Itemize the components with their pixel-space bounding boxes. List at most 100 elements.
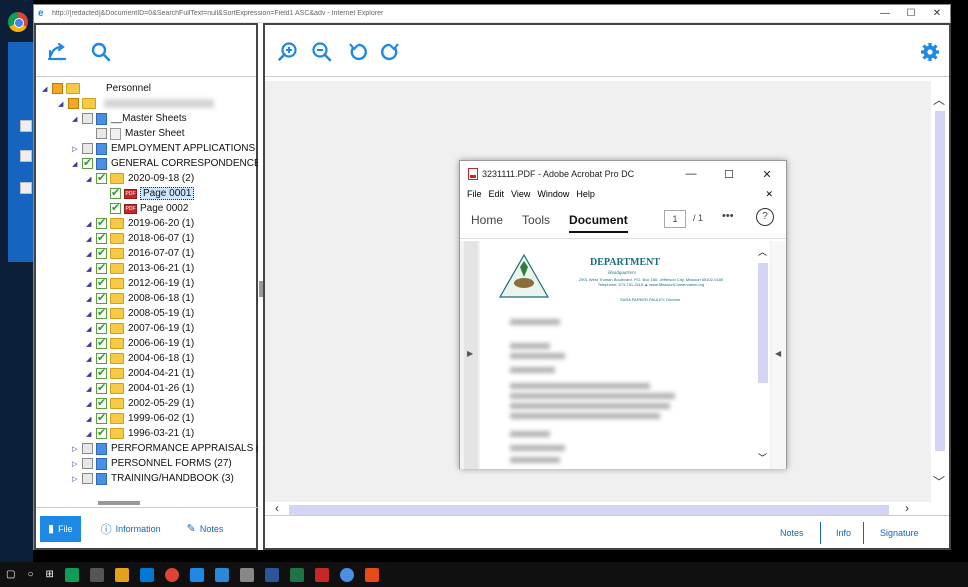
expand-toggle-icon[interactable]: ◢ <box>86 280 94 288</box>
chrome-icon[interactable] <box>8 12 28 32</box>
tree-node[interactable]: ◢2002-05-29 (1) <box>86 396 194 411</box>
tree-checkbox[interactable] <box>82 473 93 484</box>
app-icon[interactable] <box>365 568 379 582</box>
scroll-up-icon[interactable]: ︿ <box>933 91 945 108</box>
expand-toggle-icon[interactable]: ◢ <box>86 340 94 348</box>
menu-item-edit[interactable]: Edit <box>489 189 505 199</box>
search-icon[interactable] <box>90 41 112 63</box>
minimize-button[interactable]: — <box>872 8 898 19</box>
tree-checkbox[interactable] <box>52 83 63 94</box>
page-number-input[interactable]: 1 <box>664 210 686 228</box>
expand-toggle-icon[interactable]: ◢ <box>86 310 94 318</box>
app-icon[interactable] <box>90 568 104 582</box>
expand-toggle-icon[interactable]: ◢ <box>86 175 94 183</box>
tree-checkbox[interactable] <box>96 353 107 364</box>
tree-node[interactable]: ▷EMPLOYMENT APPLICATIONS (2 <box>72 141 258 156</box>
expand-toggle-icon[interactable]: ◢ <box>58 100 66 108</box>
tab-tools[interactable]: Tools <box>522 213 550 227</box>
tree-checkbox[interactable] <box>96 293 107 304</box>
tree-checkbox[interactable] <box>82 143 93 154</box>
tree-checkbox[interactable] <box>82 113 93 124</box>
word-icon[interactable] <box>265 568 279 582</box>
menu-item-help[interactable]: Help <box>576 189 595 199</box>
tree-node[interactable]: ◢1999-06-02 (1) <box>86 411 194 426</box>
expand-toggle-icon[interactable]: ◢ <box>86 325 94 333</box>
desktop-icon[interactable] <box>20 182 32 194</box>
start-icon[interactable]: ▢ <box>6 569 15 580</box>
scroll-thumb[interactable] <box>98 501 140 505</box>
notes-button[interactable]: Notes <box>780 516 804 551</box>
tree-checkbox[interactable] <box>96 428 107 439</box>
tree-node[interactable]: ◢2004-01-26 (1) <box>86 381 194 396</box>
tree-node[interactable]: PDFPage 0001 <box>100 186 194 201</box>
help-icon[interactable]: ? <box>756 208 774 226</box>
tree-checkbox[interactable] <box>82 443 93 454</box>
desktop-icon[interactable] <box>20 150 32 162</box>
pdf-scrollbar[interactable]: ︿ ﹀ <box>756 241 770 469</box>
tree-node[interactable]: ◢2013-06-21 (1) <box>86 261 194 276</box>
tree-checkbox[interactable] <box>82 158 93 169</box>
edge-icon[interactable] <box>65 568 79 582</box>
tree-node[interactable]: Master Sheet <box>86 126 184 141</box>
acrobat-icon[interactable] <box>315 568 329 582</box>
left-panel-toggle[interactable]: ▶ <box>464 241 478 469</box>
export-icon[interactable] <box>46 41 68 63</box>
expand-toggle-icon[interactable]: ◢ <box>86 235 94 243</box>
tab-file[interactable]: ▮ File <box>40 516 81 542</box>
scroll-up-icon[interactable]: ︿ <box>758 245 767 258</box>
expand-toggle-icon[interactable]: ◢ <box>86 385 94 393</box>
expand-toggle-icon[interactable]: ▷ <box>72 460 80 468</box>
app-icon[interactable] <box>340 568 354 582</box>
expand-toggle-icon[interactable]: ◢ <box>86 355 94 363</box>
app-icon[interactable] <box>240 568 254 582</box>
zoom-in-icon[interactable] <box>277 41 299 63</box>
tree-checkbox[interactable] <box>96 218 107 229</box>
close-button[interactable]: ✕ <box>924 8 950 19</box>
rotate-right-icon[interactable] <box>379 41 401 63</box>
tab-home[interactable]: Home <box>471 213 503 227</box>
tree-checkbox[interactable] <box>110 188 121 199</box>
expand-toggle-icon[interactable]: ◢ <box>86 250 94 258</box>
tree-checkbox[interactable] <box>96 323 107 334</box>
expand-toggle-icon[interactable]: ◢ <box>86 370 94 378</box>
tree-checkbox[interactable] <box>96 383 107 394</box>
tab-document[interactable]: Document <box>569 213 628 233</box>
scroll-track[interactable] <box>935 111 945 451</box>
expand-toggle-icon[interactable]: ▷ <box>72 445 80 453</box>
tree-node[interactable]: ◢2006-06-19 (1) <box>86 336 194 351</box>
expand-toggle-icon[interactable]: ◢ <box>86 415 94 423</box>
tree-node[interactable]: ◢2020-09-18 (2) <box>86 171 194 186</box>
search-icon[interactable]: ○ <box>27 569 33 580</box>
menu-item-file[interactable]: File <box>467 189 482 199</box>
tree-checkbox[interactable] <box>96 368 107 379</box>
tree-checkbox[interactable] <box>96 128 107 139</box>
expand-toggle-icon[interactable]: ◢ <box>86 400 94 408</box>
menu-item-view[interactable]: View <box>511 189 530 199</box>
tree-checkbox[interactable] <box>96 413 107 424</box>
info-button[interactable]: Info <box>836 516 851 551</box>
tree-node[interactable]: ◢2012-06-19 (1) <box>86 276 194 291</box>
expand-toggle-icon[interactable]: ▷ <box>72 475 80 483</box>
rotate-left-icon[interactable] <box>347 41 369 63</box>
expand-toggle-icon[interactable]: ◢ <box>72 160 80 168</box>
acrobat-maximize-button[interactable]: ☐ <box>710 168 748 181</box>
tree-checkbox[interactable] <box>82 458 93 469</box>
expand-toggle-icon[interactable]: ◢ <box>86 220 94 228</box>
acrobat-minimize-button[interactable]: — <box>672 168 710 180</box>
scroll-down-icon[interactable]: ﹀ <box>758 451 767 464</box>
tree-node[interactable]: ◢2008-05-19 (1) <box>86 306 194 321</box>
tree-checkbox[interactable] <box>96 398 107 409</box>
scroll-down-icon[interactable]: ﹀ <box>933 473 945 490</box>
tree-node[interactable]: ◢2004-04-21 (1) <box>86 366 194 381</box>
tree-node[interactable]: ◢2004-06-18 (1) <box>86 351 194 366</box>
tree-node[interactable]: ◢2016-07-07 (1) <box>86 246 194 261</box>
tree-node[interactable]: ◢2007-06-19 (1) <box>86 321 194 336</box>
expand-toggle-icon[interactable]: ◢ <box>86 295 94 303</box>
tree-checkbox[interactable] <box>96 278 107 289</box>
right-panel-toggle[interactable]: ◀ <box>772 241 786 469</box>
gear-icon[interactable] <box>919 41 941 63</box>
tree-node[interactable]: ◢2018-06-07 (1) <box>86 231 194 246</box>
excel-icon[interactable] <box>290 568 304 582</box>
acrobat-close-button[interactable]: ✕ <box>748 168 786 181</box>
tree-scrollbar[interactable] <box>36 499 258 507</box>
